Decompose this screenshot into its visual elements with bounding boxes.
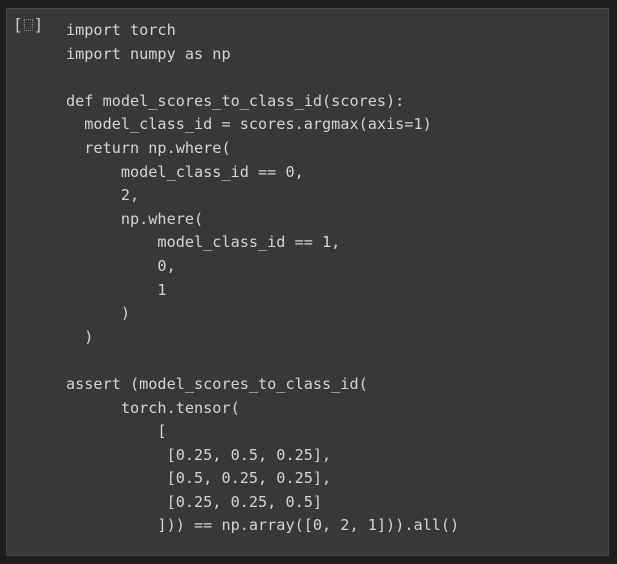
run-indicator-close-bracket: ] <box>33 15 44 34</box>
code-line: def model_scores_to_class_id(scores): <box>66 91 405 110</box>
code-line: ])) == np.array([0, 2, 1])).all() <box>66 516 460 535</box>
code-line: ) <box>66 327 94 346</box>
code-editor[interactable]: import torch import numpy as np def model_… <box>66 19 459 538</box>
code-line: import numpy as np <box>66 44 231 63</box>
code-line: 1 <box>66 280 167 299</box>
code-line: [0.25, 0.5, 0.25], <box>66 445 332 464</box>
code-line: 0, <box>66 256 176 275</box>
code-line: [0.25, 0.25, 0.5] <box>66 492 323 511</box>
run-indicator-open-bracket: [ <box>13 15 23 34</box>
cell-status-icon <box>23 19 33 31</box>
code-line: model_class_id == 0, <box>66 162 304 181</box>
code-line: model_class_id == 1, <box>66 233 341 252</box>
code-line: np.where( <box>66 209 204 228</box>
code-line: [0.5, 0.25, 0.25], <box>66 469 332 488</box>
code-line: ) <box>66 304 131 323</box>
code-line: assert (model_scores_to_class_id( <box>66 374 368 393</box>
code-line: 2, <box>66 186 140 205</box>
code-line: model_class_id = scores.argmax(axis=1) <box>66 115 432 134</box>
notebook-background: [ ] import torch import numpy as np def mo… <box>0 0 617 564</box>
code-line: [ <box>66 422 167 441</box>
cell-run-indicator[interactable]: [ ] <box>13 14 43 36</box>
code-line: return np.where( <box>66 138 231 157</box>
code-line: import torch <box>66 21 176 39</box>
code-line: torch.tensor( <box>66 398 240 417</box>
